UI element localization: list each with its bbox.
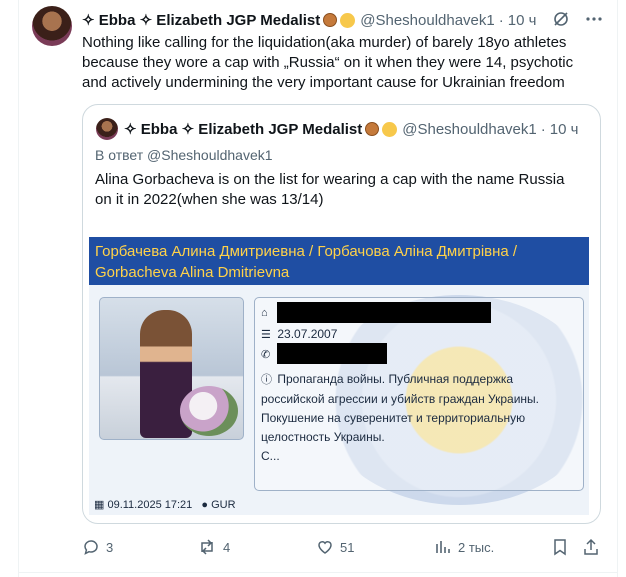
truncated-text: С... — [261, 449, 280, 463]
share-button[interactable] — [582, 538, 600, 556]
like-button[interactable]: 51 — [316, 538, 354, 556]
like-icon — [316, 538, 334, 556]
card-body: ⌂ ☰ 23.07.2007 ✆ ⓘ Пропаганда войны. Пуб… — [89, 285, 599, 515]
timeline-border-right — [617, 0, 618, 577]
repost-icon — [197, 538, 217, 556]
quote-author-name[interactable]: ✧ Ebba ✧ Elizabeth JGP Medalist — [124, 120, 362, 138]
bookmark-icon — [552, 538, 568, 556]
views-icon — [434, 538, 452, 556]
tweet-header: ✧ Ebba ✧ Elizabeth JGP Medalist @Sheshou… — [82, 10, 536, 30]
card-footer: ▦ 09.11.2025 17:21 ● GUR — [94, 498, 236, 511]
like-count: 51 — [340, 539, 355, 555]
quote-author-avatar[interactable] — [96, 118, 118, 140]
tweet-actions: 3 4 51 2 тыс. — [82, 538, 602, 558]
separator-dot: · — [498, 11, 504, 29]
tweet-text: Nothing like calling for the liquidation… — [82, 34, 574, 91]
cake-icon: ☰ — [261, 329, 271, 341]
redacted-address — [277, 302, 491, 323]
quote-text: Alina Gorbacheva is on the list for wear… — [95, 171, 565, 208]
reply-count: 3 — [106, 539, 114, 555]
bookmark-button[interactable] — [552, 538, 568, 556]
views-count: 2 тыс. — [458, 539, 495, 555]
timeline-border-left — [18, 0, 19, 577]
profile-photo — [99, 297, 244, 440]
tweet-time[interactable]: 10 ч — [508, 12, 537, 29]
footer-date: 09.11.2025 17:21 — [107, 499, 193, 511]
quote-header: ✧ Ebba ✧ Elizabeth JGP Medalist @Sheshou… — [124, 120, 579, 139]
repost-button[interactable]: 4 — [197, 538, 230, 556]
footer-user: GUR — [211, 499, 236, 511]
home-icon: ⌂ — [261, 307, 268, 319]
quote-author-handle[interactable]: @Sheshouldhavek1 — [402, 121, 537, 138]
quote-time[interactable]: 10 ч — [550, 121, 579, 138]
views-button[interactable]: 2 тыс. — [434, 538, 494, 556]
author-avatar[interactable] — [32, 6, 72, 46]
repost-count: 4 — [223, 539, 231, 555]
medal-icon — [365, 122, 380, 136]
info-icon: ⓘ — [261, 374, 272, 386]
separator-dot: · — [540, 120, 546, 138]
encroachment-text: Покушение на суверенитет и территориальн… — [261, 411, 526, 444]
tweet-divider — [18, 572, 618, 573]
propaganda-text: Пропаганда войны. Публичная поддержка ро… — [261, 372, 540, 406]
bouquet — [180, 386, 238, 436]
birthdate-row: ☰ 23.07.2007 — [261, 326, 337, 343]
address-row: ⌂ — [261, 304, 274, 321]
calendar-icon: ▦ — [94, 499, 105, 511]
quote-image[interactable]: Горбачева Алина Дмитриевна / Горбачова А… — [86, 235, 599, 521]
emoji-icon — [340, 12, 356, 28]
reply-button[interactable]: 3 — [82, 538, 113, 556]
share-icon — [582, 538, 600, 556]
phone-icon: ✆ — [261, 349, 271, 361]
more-icon[interactable] — [584, 10, 604, 28]
grok-icon[interactable] — [552, 10, 570, 28]
redacted-phone — [277, 343, 387, 364]
header-actions — [552, 10, 604, 28]
card-header: Горбачева Алина Дмитриевна / Горбачова А… — [89, 237, 589, 285]
medal-icon — [323, 13, 338, 27]
accusation-text: ⓘ Пропаганда войны. Публичная поддержка … — [261, 370, 571, 466]
reply-icon — [82, 538, 100, 556]
author-name[interactable]: ✧ Ebba ✧ Elizabeth JGP Medalist — [82, 11, 320, 29]
emoji-icon — [382, 121, 398, 137]
quoted-tweet[interactable]: ✧ Ebba ✧ Elizabeth JGP Medalist @Sheshou… — [82, 104, 601, 524]
info-panel: ⌂ ☰ 23.07.2007 ✆ ⓘ Пропаганда войны. Пуб… — [254, 297, 584, 491]
author-handle[interactable]: @Sheshouldhavek1 — [360, 12, 495, 29]
user-icon: ● — [201, 499, 209, 511]
birthdate: 23.07.2007 — [277, 327, 338, 341]
phone-row: ✆ — [261, 346, 274, 363]
reply-to-label: В ответ @Sheshouldhavek1 — [95, 147, 273, 163]
